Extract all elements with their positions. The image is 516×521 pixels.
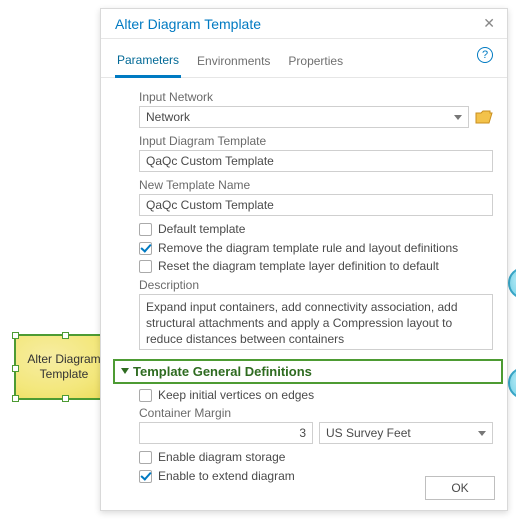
node-label: Alter Diagram Template [20, 352, 108, 382]
reset-layer-checkbox[interactable] [139, 260, 152, 273]
chevron-down-icon [454, 115, 462, 120]
container-margin-unit-select[interactable]: US Survey Feet [319, 422, 493, 444]
enable-storage-label: Enable diagram storage [158, 450, 285, 466]
enable-extend-label: Enable to extend diagram [158, 469, 295, 485]
input-diagram-template-field[interactable] [139, 150, 493, 172]
container-margin-field[interactable] [139, 422, 313, 444]
ok-button[interactable]: OK [425, 476, 495, 500]
remove-definitions-label: Remove the diagram template rule and lay… [158, 241, 458, 257]
default-template-label: Default template [158, 222, 245, 238]
tab-environments[interactable]: Environments [195, 50, 272, 76]
keep-vertices-label: Keep initial vertices on edges [158, 388, 314, 404]
dialog-header: Alter Diagram Template ✕ [101, 9, 507, 39]
input-diagram-template-label: Input Diagram Template [139, 134, 493, 148]
input-network-select[interactable]: Network [139, 106, 469, 128]
remove-definitions-checkbox[interactable] [139, 242, 152, 255]
section-header-label: Template General Definitions [133, 364, 312, 379]
close-icon[interactable]: ✕ [479, 13, 499, 34]
dialog-alter-diagram-template: Alter Diagram Template ✕ Parameters Envi… [100, 8, 508, 511]
chevron-down-icon [121, 368, 129, 374]
enable-extend-checkbox[interactable] [139, 470, 152, 483]
chevron-down-icon [478, 431, 486, 436]
tab-properties[interactable]: Properties [286, 50, 345, 76]
node-alter-diagram-template[interactable]: Alter Diagram Template [14, 334, 114, 400]
parameters-form: Input Network Network Input Diagram Temp… [101, 78, 507, 498]
dialog-title: Alter Diagram Template [115, 16, 479, 32]
tab-parameters[interactable]: Parameters [115, 49, 181, 78]
input-network-label: Input Network [139, 90, 493, 104]
container-margin-label: Container Margin [139, 406, 493, 420]
folder-icon[interactable] [475, 110, 493, 124]
resize-handle[interactable] [12, 395, 19, 402]
resize-handle[interactable] [62, 332, 69, 339]
tab-bar: Parameters Environments Properties ? [101, 39, 507, 78]
resize-handle[interactable] [12, 332, 19, 339]
new-template-name-field[interactable] [139, 194, 493, 216]
section-template-general-definitions[interactable]: Template General Definitions [113, 359, 503, 384]
default-template-checkbox[interactable] [139, 223, 152, 236]
new-template-name-label: New Template Name [139, 178, 493, 192]
reset-layer-label: Reset the diagram template layer definit… [158, 259, 439, 275]
resize-handle[interactable] [12, 365, 19, 372]
enable-storage-checkbox[interactable] [139, 451, 152, 464]
dialog-footer: OK [425, 476, 495, 500]
container-margin-unit-value: US Survey Feet [326, 426, 411, 440]
description-field[interactable] [139, 294, 493, 350]
resize-handle[interactable] [62, 395, 69, 402]
keep-vertices-checkbox[interactable] [139, 389, 152, 402]
description-label: Description [139, 278, 493, 292]
help-icon[interactable]: ? [477, 47, 493, 63]
input-network-value: Network [146, 110, 190, 124]
